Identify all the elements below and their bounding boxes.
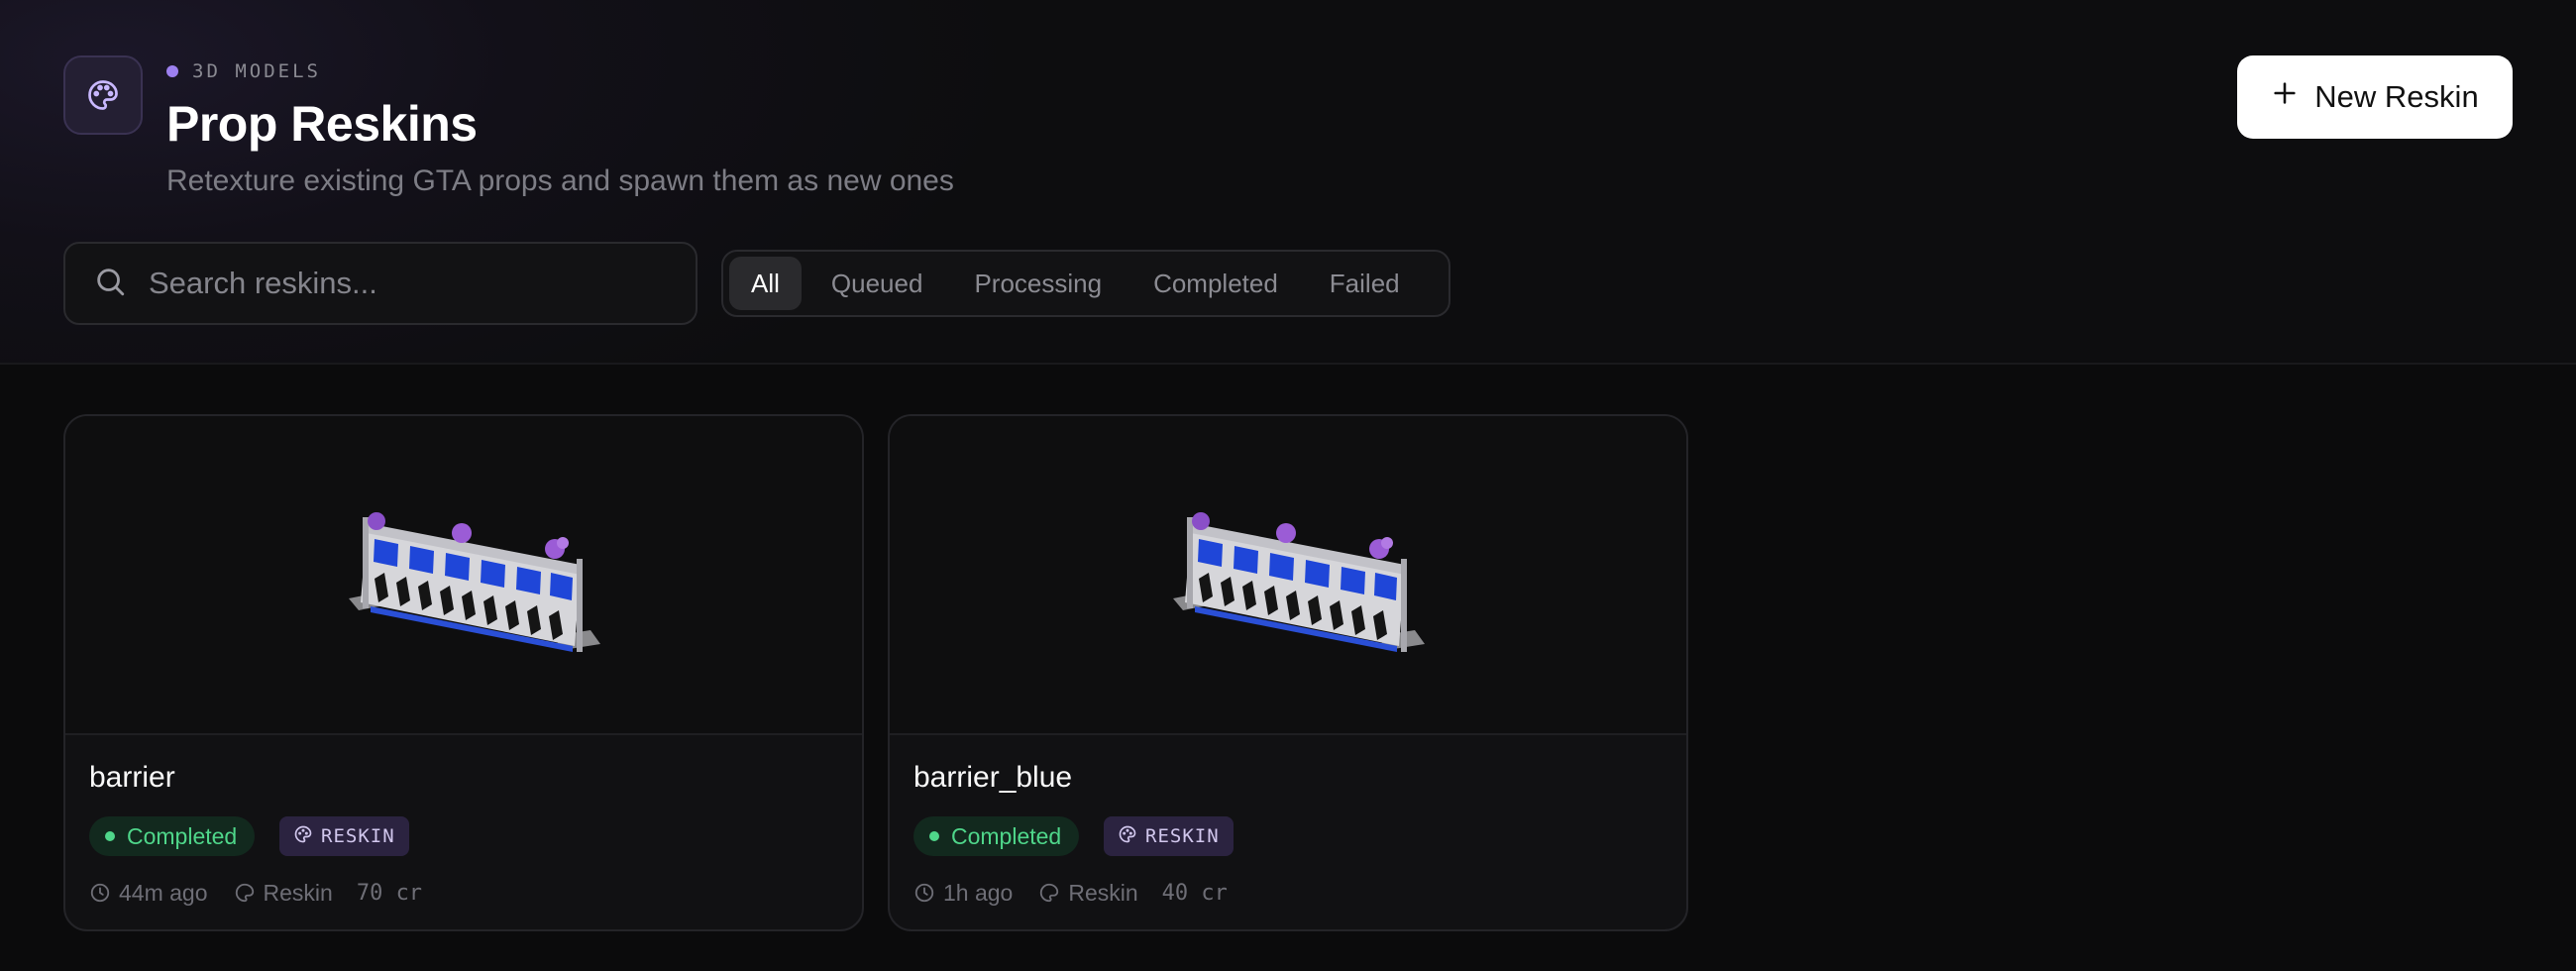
status-dot — [105, 831, 115, 841]
barrier-prop-image — [1173, 512, 1425, 652]
created-time: 1h ago — [943, 879, 1014, 906]
section-eyebrow: 3D MODELS — [166, 59, 321, 83]
reskin-thumbnail — [890, 416, 1686, 735]
palette-icon — [1038, 882, 1060, 904]
card-meta: 44m ago Reskin 70 cr — [89, 878, 422, 908]
tab-completed[interactable]: Completed — [1131, 257, 1300, 310]
reskin-name: barrier — [89, 761, 175, 794]
reskin-name: barrier_blue — [913, 761, 1073, 794]
page-subtitle: Retexture existing GTA props and spawn t… — [166, 164, 954, 197]
type-badge: RESKIN — [279, 816, 409, 856]
plus-icon — [2271, 79, 2299, 115]
new-reskin-button[interactable]: New Reskin — [2237, 55, 2513, 139]
type-label: RESKIN — [321, 825, 395, 847]
credit-cost: 70 cr — [356, 880, 423, 906]
type-label: RESKIN — [1145, 825, 1220, 847]
credit-cost: 40 cr — [1161, 880, 1228, 906]
job-kind: Reskin — [263, 879, 333, 906]
search-box[interactable] — [63, 242, 698, 325]
created-time: 44m ago — [119, 879, 208, 906]
tab-all[interactable]: All — [729, 257, 802, 310]
status-label: Completed — [951, 822, 1062, 849]
palette-icon — [63, 55, 143, 135]
clock-icon — [913, 882, 935, 904]
reskin-thumbnail — [65, 416, 862, 735]
tab-queued[interactable]: Queued — [809, 257, 945, 310]
new-reskin-label: New Reskin — [2314, 79, 2479, 114]
reskin-card[interactable]: barrier Completed RESKIN 44m ago Reskin … — [63, 414, 864, 931]
status-filter-tabs: All Queued Processing Completed Failed — [721, 250, 1450, 317]
reskin-card[interactable]: barrier_blue Completed RESKIN 1h ago Res… — [888, 414, 1688, 931]
job-kind: Reskin — [1068, 879, 1138, 906]
tab-processing[interactable]: Processing — [952, 257, 1124, 310]
tab-failed[interactable]: Failed — [1308, 257, 1422, 310]
eyebrow-label: 3D MODELS — [192, 60, 321, 82]
barrier-prop-image — [349, 512, 600, 652]
type-badge: RESKIN — [1104, 816, 1234, 856]
page-title: Prop Reskins — [166, 96, 478, 152]
eyebrow-dot — [166, 65, 178, 77]
search-icon — [93, 265, 127, 303]
clock-icon — [89, 882, 111, 904]
card-meta: 1h ago Reskin 40 cr — [913, 878, 1228, 908]
palette-icon — [234, 882, 256, 904]
search-input[interactable] — [149, 266, 664, 301]
palette-icon — [293, 824, 313, 849]
status-label: Completed — [127, 822, 238, 849]
page-header: 3D MODELS Prop Reskins Retexture existin… — [0, 0, 2576, 365]
status-badge: Completed — [89, 816, 256, 856]
palette-icon — [1118, 824, 1137, 849]
status-badge: Completed — [913, 816, 1080, 856]
status-dot — [929, 831, 939, 841]
